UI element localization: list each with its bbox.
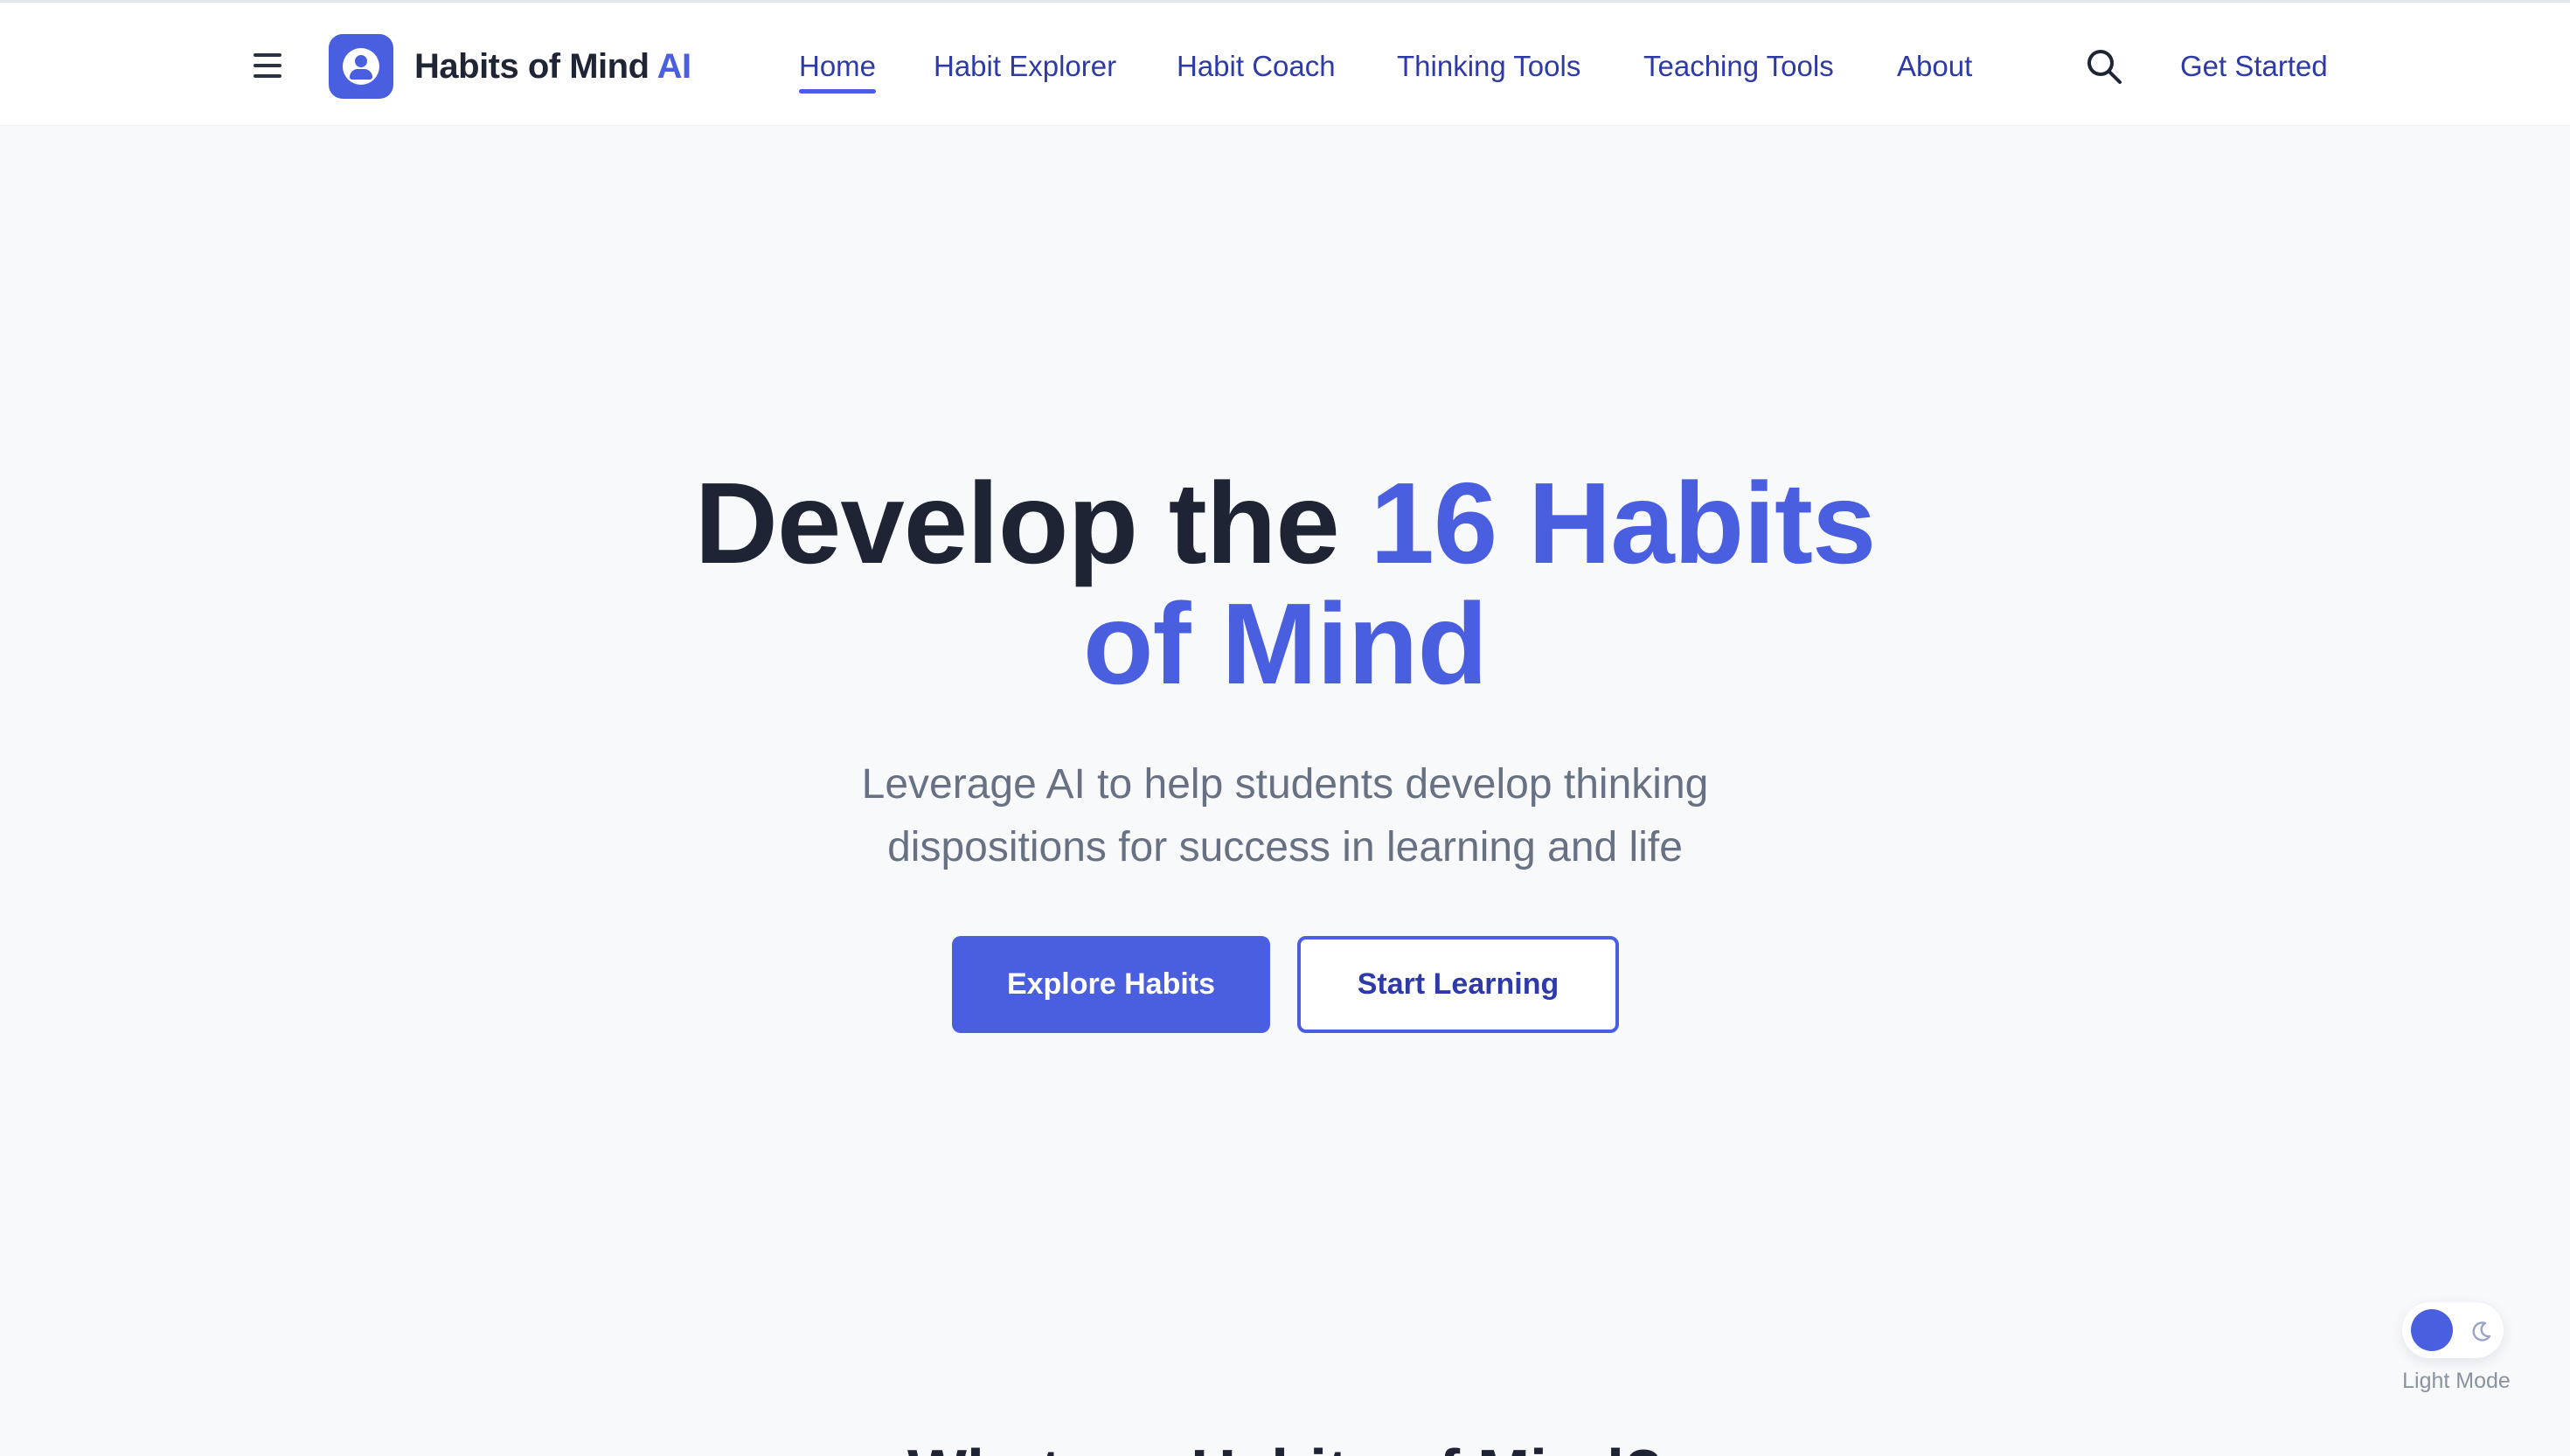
- user-circle-icon[interactable]: [329, 34, 393, 99]
- brand-accent-text: AI: [656, 47, 692, 86]
- nav-habit-coach[interactable]: Habit Coach: [1177, 45, 1336, 88]
- hero-title-part1: Develop the: [694, 459, 1371, 587]
- nav-about[interactable]: About: [1897, 45, 1972, 88]
- search-icon[interactable]: [2086, 48, 2122, 85]
- hero-title-accent-1: 16 Habits: [1370, 459, 1876, 587]
- top-navbar: Habits of Mind AI Home Habit Explorer Ha…: [0, 0, 2570, 126]
- explore-habits-button[interactable]: Explore Habits: [952, 936, 1270, 1033]
- get-started-link[interactable]: Get Started: [2180, 45, 2328, 88]
- theme-toggle-label: Light Mode: [2402, 1369, 2511, 1393]
- hero-subtitle-line2: dispositions for success in learning and…: [887, 824, 1683, 870]
- hero-title: Develop the 16 Habits of Mind: [411, 463, 2159, 704]
- hero-subtitle: Leverage AI to help students develop thi…: [673, 753, 1897, 879]
- brand-name-text: Habits of Mind: [414, 47, 649, 86]
- menu-icon[interactable]: [252, 52, 287, 80]
- toggle-knob: [2411, 1309, 2453, 1351]
- moon-icon: [2470, 1320, 2493, 1342]
- theme-toggle[interactable]: [2402, 1302, 2504, 1358]
- hero-subtitle-line1: Leverage AI to help students develop thi…: [861, 761, 1709, 808]
- hero-title-accent-2: of Mind: [1082, 579, 1488, 708]
- section-heading: What are Habits of Mind?: [761, 1433, 1809, 1456]
- brand-name[interactable]: Habits of Mind AI: [414, 41, 691, 92]
- start-learning-button[interactable]: Start Learning: [1297, 936, 1619, 1033]
- nav-home[interactable]: Home: [799, 45, 877, 94]
- nav-thinking-tools[interactable]: Thinking Tools: [1397, 45, 1580, 88]
- nav-teaching-tools[interactable]: Teaching Tools: [1643, 45, 1834, 88]
- nav-habit-explorer[interactable]: Habit Explorer: [934, 45, 1116, 88]
